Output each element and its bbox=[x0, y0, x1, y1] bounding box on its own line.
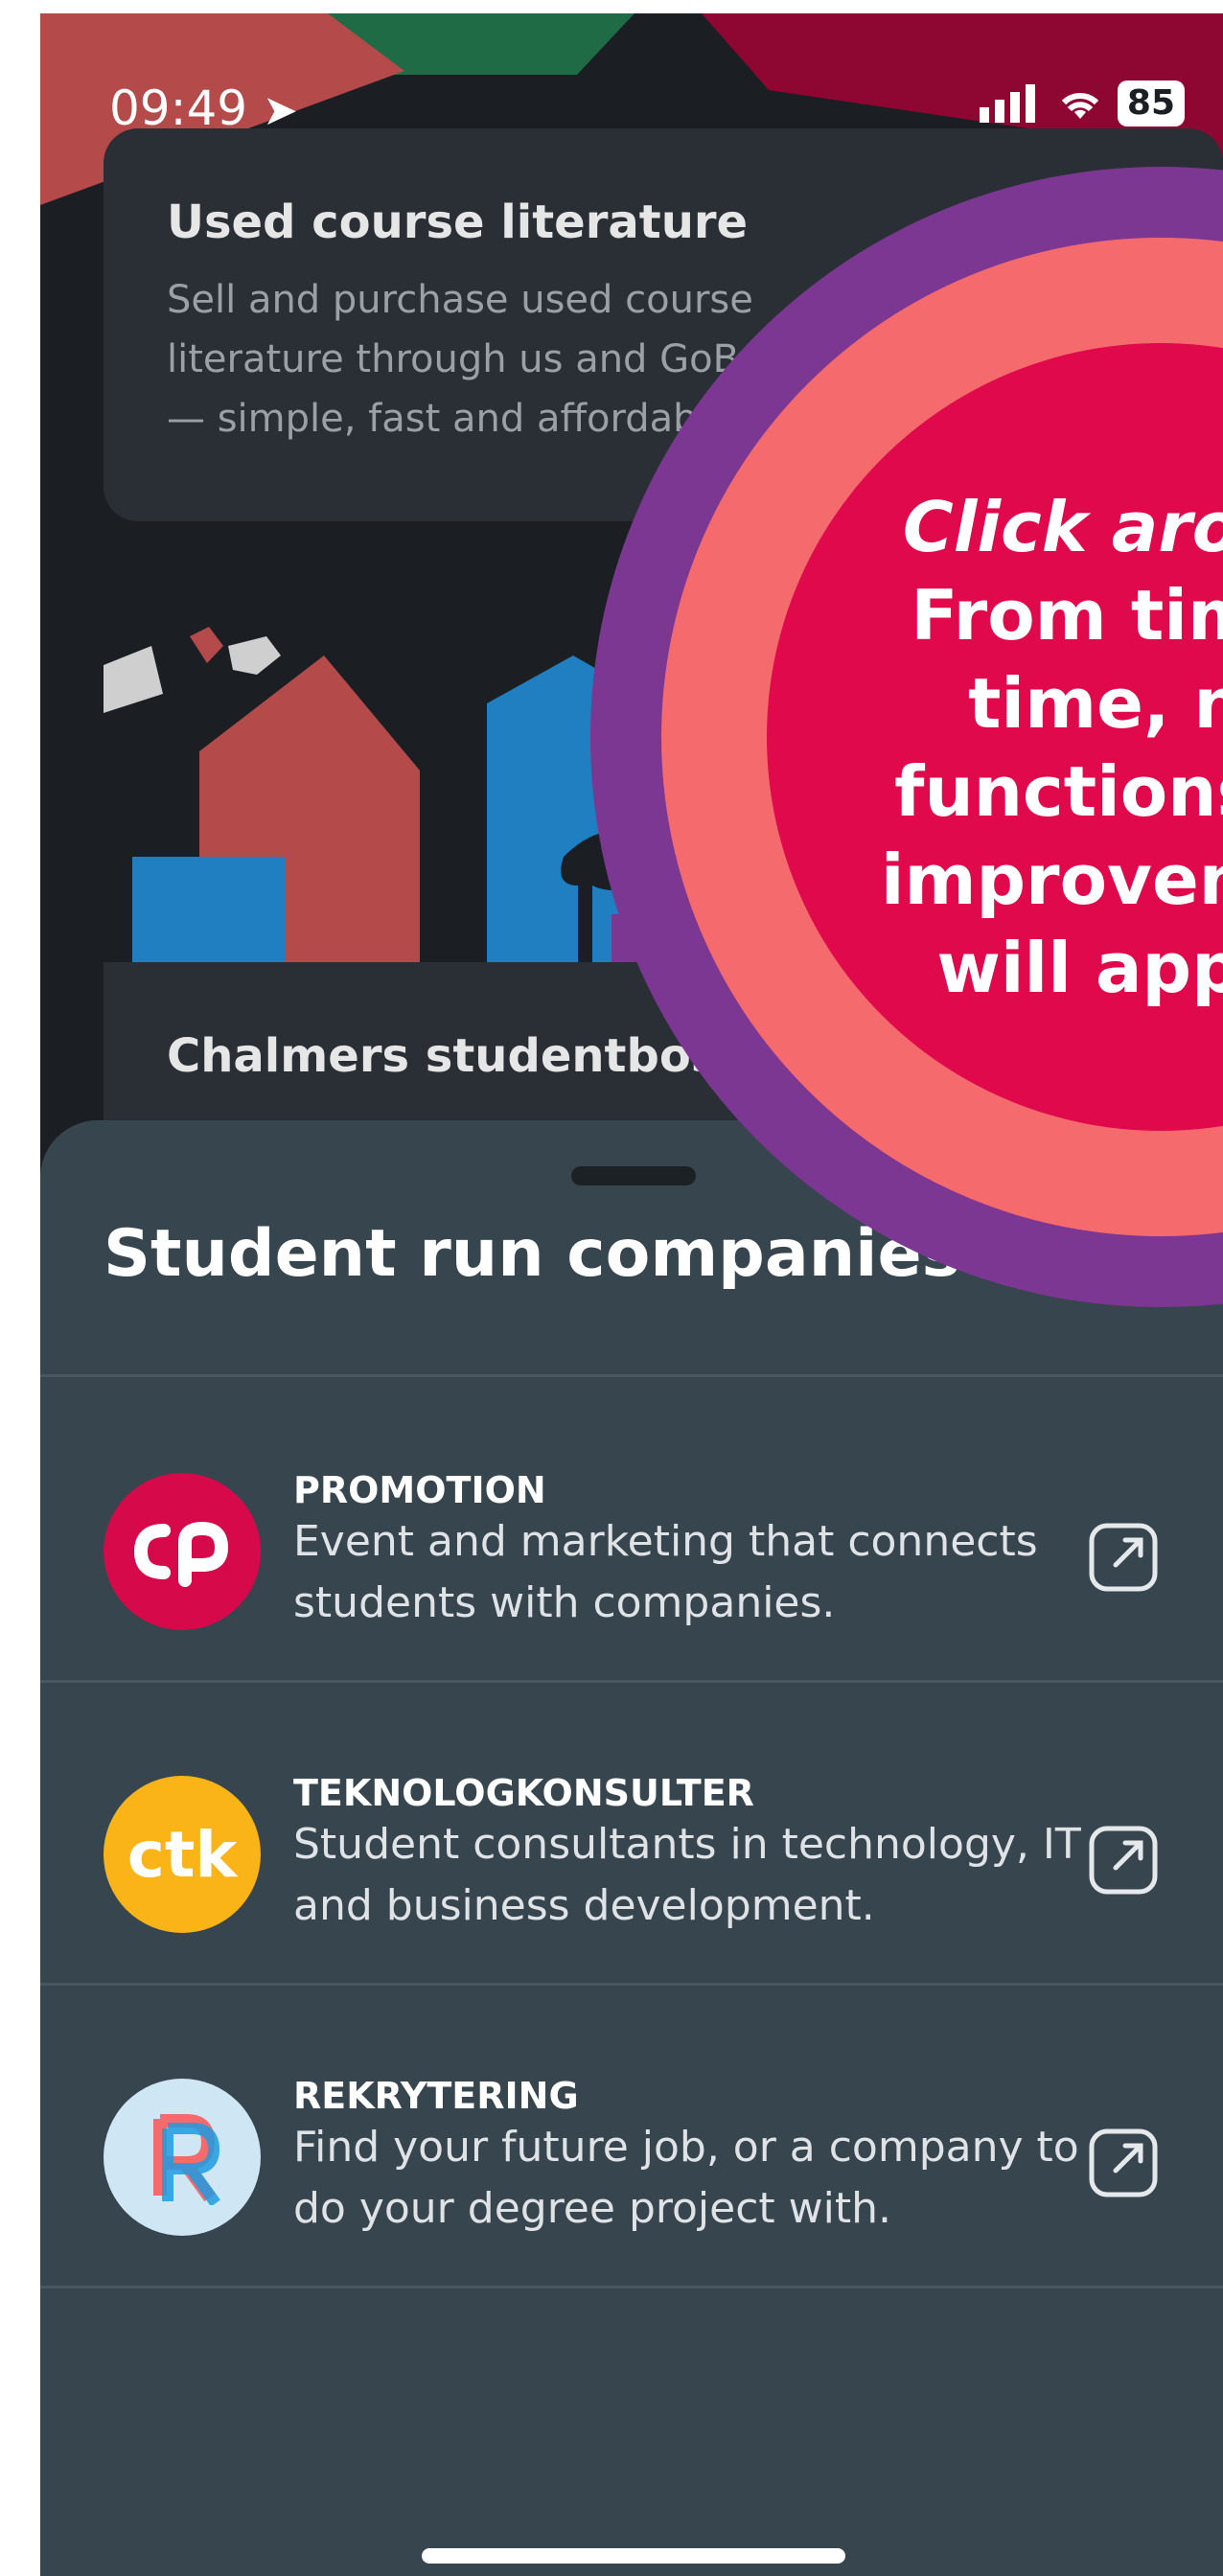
ctk-logo: ctk bbox=[104, 1776, 261, 1933]
phone-screen: 09:49 ➤ 85 Used course literature Sell a… bbox=[40, 13, 1223, 2576]
tooltip-body: From time to time, new functions and imp… bbox=[880, 575, 1223, 1008]
home-indicator[interactable] bbox=[422, 2548, 845, 2564]
external-link-icon[interactable] bbox=[1087, 1824, 1160, 1897]
rekrytering-logo bbox=[104, 2079, 261, 2236]
status-indicators: 85 bbox=[979, 80, 1185, 126]
item-title: REKRYTERING bbox=[293, 2075, 579, 2117]
list-item-teknologkonsulter[interactable]: ctk TEKNOLOGKONSULTER Student consultant… bbox=[40, 1680, 1223, 1983]
external-link-icon[interactable] bbox=[1087, 1521, 1160, 1594]
external-link-icon[interactable] bbox=[1087, 2127, 1160, 2199]
signal-icon bbox=[979, 84, 1035, 123]
item-title: TEKNOLOGKONSULTER bbox=[293, 1772, 754, 1814]
item-title: PROMOTION bbox=[293, 1469, 546, 1511]
onboarding-tooltip[interactable]: Click around! From time to time, new fun… bbox=[590, 167, 1223, 1307]
bottom-sheet[interactable]: Student run companies PROMOTION Event an… bbox=[40, 1120, 1223, 2576]
item-description: Find your future job, or a company to do… bbox=[293, 2123, 1079, 2233]
battery-indicator: 85 bbox=[1117, 80, 1185, 126]
location-arrow-icon: ➤ bbox=[263, 86, 298, 135]
list-item-promotion[interactable]: PROMOTION Event and marketing that conne… bbox=[40, 1377, 1223, 1680]
item-description: Event and marketing that connects studen… bbox=[293, 1517, 1038, 1627]
divider bbox=[40, 2286, 1223, 2288]
wifi-icon bbox=[1061, 92, 1099, 119]
tooltip-heading: Click around! bbox=[902, 487, 1223, 567]
ctk-logo-text: ctk bbox=[127, 1817, 238, 1892]
item-description: Student consultants in technology, IT an… bbox=[293, 1820, 1081, 1930]
rekrytering-logo-icon bbox=[153, 2114, 220, 2205]
tooltip-text: Click around! From time to time, new fun… bbox=[878, 483, 1223, 1012]
list-item-rekrytering[interactable]: REKRYTERING Find your future job, or a c… bbox=[40, 1983, 1223, 2286]
promotion-logo bbox=[104, 1473, 261, 1630]
status-time: 09:49 ➤ bbox=[109, 80, 298, 136]
promotion-logo-icon bbox=[133, 1521, 229, 1587]
